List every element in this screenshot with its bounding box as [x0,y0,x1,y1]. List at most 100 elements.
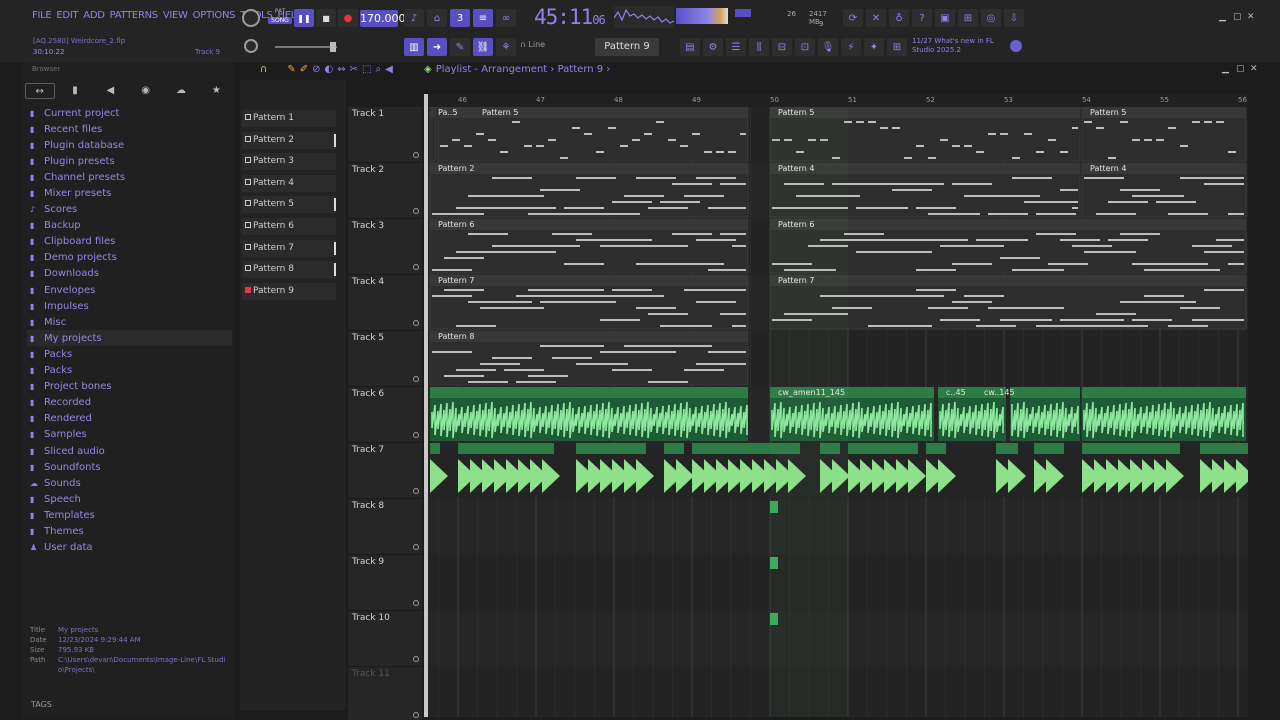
browser-item[interactable]: ▮ Envelopes [27,282,232,298]
browser-item[interactable]: ▮ Misc [27,314,232,330]
view-playlist-icon[interactable]: ▥ [404,38,424,56]
menu-options[interactable]: OPTIONS [193,10,236,21]
stop-button[interactable]: ■ [316,9,336,27]
browser-item[interactable]: ▮ Speech [27,491,232,507]
browser-item[interactable]: ♪ Scores [27,202,232,218]
picker-pattern[interactable]: Pattern 1 [242,110,336,127]
browser-item[interactable]: ▮ My projects [27,330,232,347]
timeline-ruler[interactable]: 46 47 48 49 50 51 52 53 54 55 56 [428,94,1248,107]
track-header[interactable]: Track 10 [348,611,422,667]
mute-icon[interactable]: ◐ [325,64,334,78]
browser-item[interactable]: ▮ Current project [27,105,232,121]
track-header[interactable]: Track 3 [348,219,422,275]
wait-input-icon[interactable]: ⌂ [427,9,447,27]
tuner-icon[interactable]: ⚡ [841,38,861,56]
pattern-selector[interactable]: Pattern 9 [595,38,659,56]
metronome-icon[interactable]: ♪ [404,9,424,27]
countdown-icon[interactable]: 3 [450,9,470,27]
browser-item[interactable]: ▮ Channel presets [27,169,232,185]
master-pitch-knob[interactable] [244,39,258,53]
playlist-window-icon[interactable]: ▤ [680,38,700,56]
picker-pattern[interactable]: Pattern 8 [242,261,336,278]
track-header[interactable]: Track 5 [348,331,422,387]
loop-record-icon[interactable]: ∞ [496,9,516,27]
track-mute-led[interactable] [413,208,419,214]
track-mute-led[interactable] [413,264,419,270]
track-header[interactable]: Track 2 [348,163,422,219]
playlist-minimize-icon[interactable]: ▁ [1222,64,1229,74]
browser-item[interactable]: ▮ Samples [27,427,232,443]
track-header[interactable]: Track 9 [348,555,422,611]
track-mute-led[interactable] [413,152,419,158]
track-header[interactable]: Track 8 [348,499,422,555]
browser-item[interactable]: ▮ Packs [27,363,232,379]
chat-icon[interactable]: ◎ [981,9,1001,27]
cpu-icon[interactable]: ⟳ [843,9,863,27]
zoom-icon[interactable]: ⌕ [375,64,381,78]
tempo-display[interactable]: 170.000 [360,10,406,27]
minimize-icon[interactable]: ▁ [1219,12,1226,22]
news-panel[interactable]: 11/27 What's new in FL Studio 2025.2 [912,37,1012,55]
pat-song-toggle[interactable]: PAT SONG [268,8,292,30]
browser-item[interactable]: ♟ User data [27,540,232,556]
select-icon[interactable]: ⬚ [362,64,371,78]
browser-item[interactable]: ▮ Mixer presets [27,185,232,201]
menu-view[interactable]: VIEW [163,10,188,21]
playback-icon[interactable]: ◀ [385,64,393,78]
tags-label[interactable]: TAGS [31,700,52,709]
browser-item[interactable]: ▮ Templates [27,507,232,523]
piano-roll-window-icon[interactable]: ⫼ [749,38,769,56]
shop-icon[interactable]: ⊞ [887,38,907,56]
tools-icon[interactable]: ✕ [866,9,886,27]
track-header[interactable]: Track 11 [348,667,422,720]
delete-icon[interactable]: ⊘ [312,64,320,78]
browser-item[interactable]: ▮ Clipboard files [27,234,232,250]
track-mute-led[interactable] [413,544,419,550]
menu-add[interactable]: ADD [83,10,105,21]
picker-pattern[interactable]: Pattern 9 [242,283,336,300]
track-header[interactable]: Track 4 [348,275,422,331]
snap-selector[interactable]: ∩ Line [520,40,545,49]
browser-item[interactable]: ☁ Sounds [27,475,232,491]
browser-item[interactable]: ▮ Sliced audio [27,443,232,459]
browser-item[interactable]: ▮ Packs [27,346,232,362]
browser-item[interactable]: ▮ Recent files [27,121,232,137]
track-header[interactable]: Track 7 [348,443,422,499]
picker-pattern[interactable]: Pattern 5 [242,196,336,213]
close-icon[interactable]: ✕ [1247,12,1255,22]
track-mute-led[interactable] [413,320,419,326]
brush-icon[interactable]: ✐ [300,64,308,78]
track-header[interactable]: Track 6 [348,387,422,443]
browser-item[interactable]: ▮ Impulses [27,298,232,314]
browser-item[interactable]: ▮ Recorded [27,395,232,411]
download-icon[interactable]: ⇩ [1004,9,1024,27]
master-volume-knob[interactable] [242,9,260,27]
browser-item[interactable]: ▮ Soundfonts [27,459,232,475]
browser-tab-favorites-icon[interactable]: ★ [201,83,231,99]
browser-item[interactable]: ▮ Backup [27,218,232,234]
stamp-icon[interactable]: ⚘ [496,38,516,56]
menu-file[interactable]: FILE [32,10,52,21]
playlist-grid[interactable]: Pa..5 Pattern 5 Pattern 5 Pattern 5 Pattern … [428,107,1248,717]
browser-tab-plugins-icon[interactable]: ◉ [131,83,161,99]
track-header[interactable]: Track 1 [348,107,422,163]
browser-item[interactable]: ▮ Plugin presets [27,153,232,169]
globe-icon[interactable] [1010,40,1022,52]
browser-item[interactable]: ▮ Demo projects [27,250,232,266]
track-mute-led[interactable] [413,600,419,606]
play-button[interactable]: ❚❚ [294,9,314,27]
playlist-close-icon[interactable]: ✕ [1250,64,1258,74]
browser-tab-cloud-icon[interactable]: ☁ [166,83,196,99]
browser-tab-files-icon[interactable]: ▮ [60,83,90,99]
draw-tool-icon[interactable]: ✎ [450,38,470,56]
browser-item[interactable]: ▮ Plugin database [27,137,232,153]
picker-pattern[interactable]: Pattern 2 [242,132,336,149]
track-mute-led[interactable] [413,712,419,718]
menu-edit[interactable]: EDIT [56,10,78,21]
picker-pattern[interactable]: Pattern 3 [242,153,336,170]
track-mute-led[interactable] [413,376,419,382]
help-icon[interactable]: ? [912,9,932,27]
slice-icon[interactable]: ✂ [350,64,358,78]
browser-item[interactable]: ▮ Downloads [27,266,232,282]
mic-record-icon[interactable]: 🎙 [818,38,838,56]
